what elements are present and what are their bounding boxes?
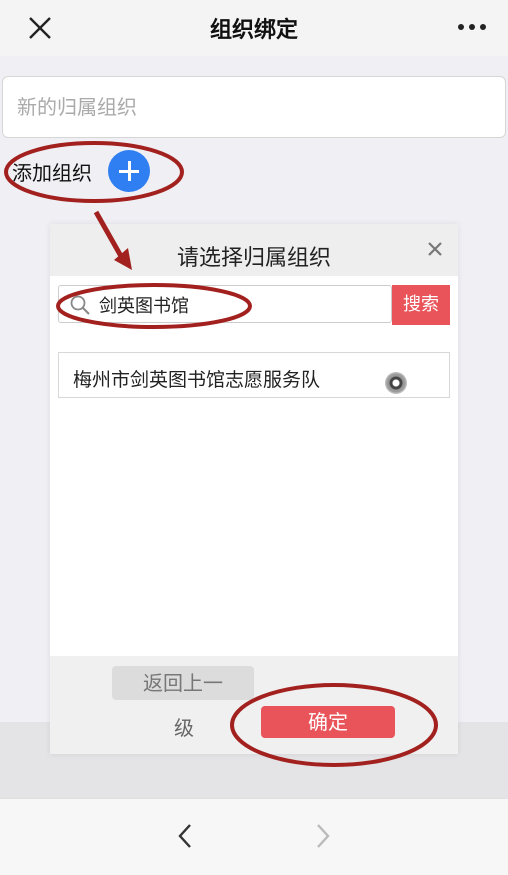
dialog-footer: 返回上一 级 确定	[50, 656, 458, 754]
dialog-header: 请选择归属组织	[50, 224, 458, 276]
select-org-dialog: 请选择归属组织 搜索 梅州市剑英图书馆志愿服务队 返回上一 级 确定	[50, 224, 458, 754]
add-org-label: 添加组织	[12, 161, 92, 185]
org-name: 梅州市剑英图书馆志愿服务队	[73, 369, 321, 391]
org-input[interactable]	[3, 77, 501, 137]
back-button-text[interactable]: 级	[174, 712, 194, 741]
search-box[interactable]	[58, 285, 392, 324]
close-icon[interactable]	[424, 238, 446, 260]
more-icon[interactable]	[454, 14, 490, 40]
list-item[interactable]: 梅州市剑英图书馆志愿服务队	[58, 352, 450, 398]
search-icon	[70, 295, 90, 315]
search-button[interactable]: 搜索	[392, 285, 450, 325]
page-title: 组织绑定	[209, 18, 298, 43]
add-org-button[interactable]	[108, 150, 150, 192]
chevron-right-icon[interactable]	[310, 821, 334, 851]
back-button[interactable]: 返回上一	[112, 666, 254, 700]
dialog-title: 请选择归属组织	[176, 246, 331, 271]
search-input[interactable]	[97, 286, 391, 324]
nav-bar: 组织绑定	[0, 0, 508, 56]
chevron-left-icon[interactable]	[174, 821, 198, 851]
org-field[interactable]	[2, 76, 506, 138]
confirm-button[interactable]: 确定	[261, 706, 395, 738]
bottom-nav	[0, 798, 508, 875]
radio-button[interactable]	[385, 372, 407, 394]
